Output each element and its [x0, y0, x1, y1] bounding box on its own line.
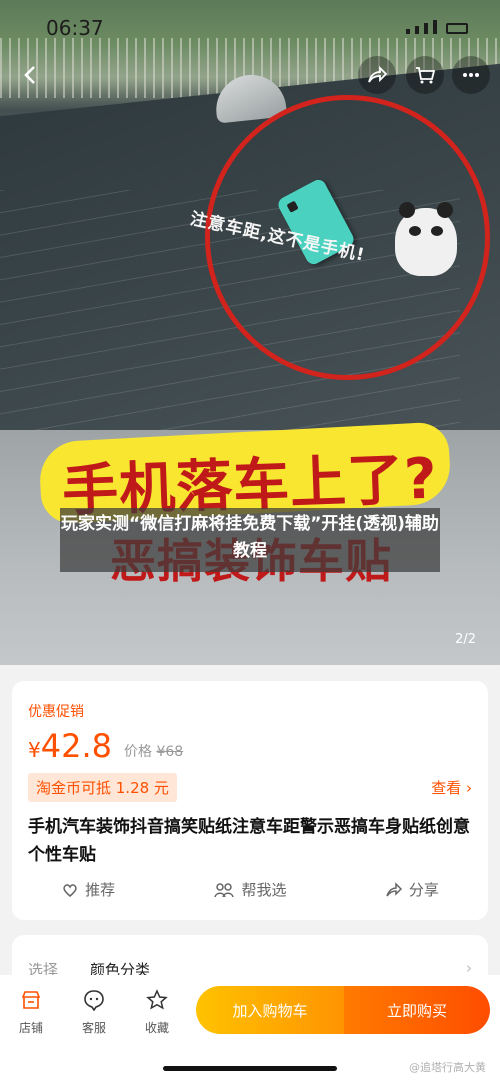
buy-now-button[interactable]: 立即购买 — [344, 986, 490, 1034]
help-me-choose-button[interactable]: 帮我选 — [213, 879, 287, 900]
share-product-button[interactable]: 分享 — [385, 879, 439, 900]
help-me-choose-label: 帮我选 — [241, 881, 287, 899]
battery-icon — [446, 23, 468, 34]
favorite-button[interactable]: 收藏 — [132, 989, 182, 1036]
promo-label: 优惠促销 — [28, 704, 84, 720]
page-indicator: 2/2 — [455, 632, 476, 647]
add-to-cart-button[interactable]: 加入购物车 — [196, 986, 344, 1034]
original-price-value: ¥68 — [156, 744, 184, 760]
cart-icon — [416, 67, 436, 84]
status-time: 06:37 — [46, 16, 104, 40]
store-button[interactable]: 店铺 — [6, 989, 56, 1036]
home-indicator[interactable] — [163, 1066, 337, 1071]
original-price: 价格 ¥68 — [124, 741, 183, 761]
product-info-card: 优惠促销 ¥42.8 价格 ¥68 淘金币可抵 1.28 元 查看 › 手机汽车… — [12, 681, 488, 920]
product-title: 手机汽车装饰抖音搞笑贴纸注意车距警示恶搞车身贴纸创意个性车贴 — [28, 817, 470, 865]
signal-icon — [406, 29, 410, 34]
customer-service-label: 客服 — [81, 1021, 106, 1035]
people-icon — [214, 882, 235, 897]
recommend-label: 推荐 — [85, 881, 116, 899]
customer-service-button[interactable]: 客服 — [69, 989, 119, 1036]
share-icon — [386, 881, 402, 896]
overlay-title: 玩家实测“微信打麻将挂免费下载”开挂(透视)辅助教程 — [61, 514, 439, 561]
back-chevron-icon — [24, 66, 35, 84]
coin-discount-badge[interactable]: 淘金币可抵 1.28 元 — [28, 773, 177, 802]
store-label: 店铺 — [18, 1021, 43, 1035]
status-icons — [406, 20, 468, 34]
product-actions: 推荐 帮我选 分享 — [12, 879, 488, 900]
more-button[interactable] — [452, 56, 490, 94]
chat-face-icon — [69, 989, 119, 1016]
cart-button[interactable] — [406, 56, 444, 94]
price: ¥42.8 — [28, 727, 112, 765]
share-label: 分享 — [408, 881, 439, 899]
currency-symbol: ¥ — [28, 738, 41, 762]
view-link[interactable]: 查看 › — [431, 777, 472, 798]
more-dots-icon — [463, 73, 479, 77]
share-button[interactable] — [358, 56, 396, 94]
store-icon — [6, 989, 56, 1016]
original-price-label: 价格 — [124, 744, 152, 760]
heart-outline-icon — [63, 883, 77, 897]
star-outline-icon — [132, 989, 182, 1016]
watermark: @追塔行高大黄 — [409, 1061, 486, 1074]
recommend-button[interactable]: 推荐 — [61, 879, 115, 900]
share-arrow-icon — [368, 65, 388, 83]
back-button[interactable] — [12, 56, 50, 94]
favorite-label: 收藏 — [144, 1021, 169, 1035]
bottom-action-bar: 店铺 客服 收藏 加入购物车 立即购买 @追塔行高大黄 — [0, 975, 500, 1081]
product-image-gallery[interactable]: 注意车距,这不是手机! 手机落车上了? 恶搞装饰车贴 玩家实测“微信打麻将挂免费… — [0, 0, 500, 665]
price-value: 42.8 — [40, 727, 112, 765]
